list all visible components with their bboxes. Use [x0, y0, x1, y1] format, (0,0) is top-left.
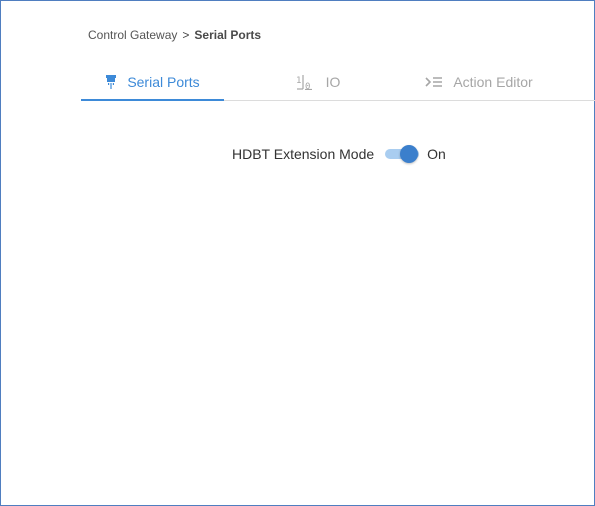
hdbt-extension-mode-label: HDBT Extension Mode: [232, 146, 375, 162]
breadcrumb-parent[interactable]: Control Gateway: [88, 28, 177, 42]
breadcrumb: Control Gateway > Serial Ports: [88, 28, 261, 42]
toggle-knob[interactable]: [400, 145, 419, 163]
io-icon: 1 0: [296, 74, 316, 90]
tab-io-label: IO: [325, 73, 341, 90]
svg-text:1: 1: [296, 76, 301, 86]
hdbt-extension-mode-row: HDBT Extension Mode On: [232, 144, 446, 164]
svg-text:0: 0: [305, 82, 310, 90]
serial-port-icon: [105, 74, 117, 90]
action-editor-icon: [425, 76, 443, 88]
tab-io[interactable]: 1 0 IO: [278, 63, 358, 100]
breadcrumb-current: Serial Ports: [194, 28, 262, 42]
tab-action-editor[interactable]: Action Editor: [399, 63, 559, 100]
tab-action-editor-label: Action Editor: [453, 73, 533, 90]
page-frame: Control Gateway > Serial Ports Serial Port…: [0, 0, 595, 506]
tab-serial-ports[interactable]: Serial Ports: [81, 63, 224, 101]
tab-serial-ports-label: Serial Ports: [127, 73, 200, 90]
tab-bar: Serial Ports 1 0 IO Action Editor: [81, 63, 595, 101]
hdbt-extension-mode-toggle[interactable]: [385, 144, 420, 164]
breadcrumb-separator: >: [182, 28, 190, 42]
hdbt-extension-mode-state: On: [427, 146, 446, 162]
